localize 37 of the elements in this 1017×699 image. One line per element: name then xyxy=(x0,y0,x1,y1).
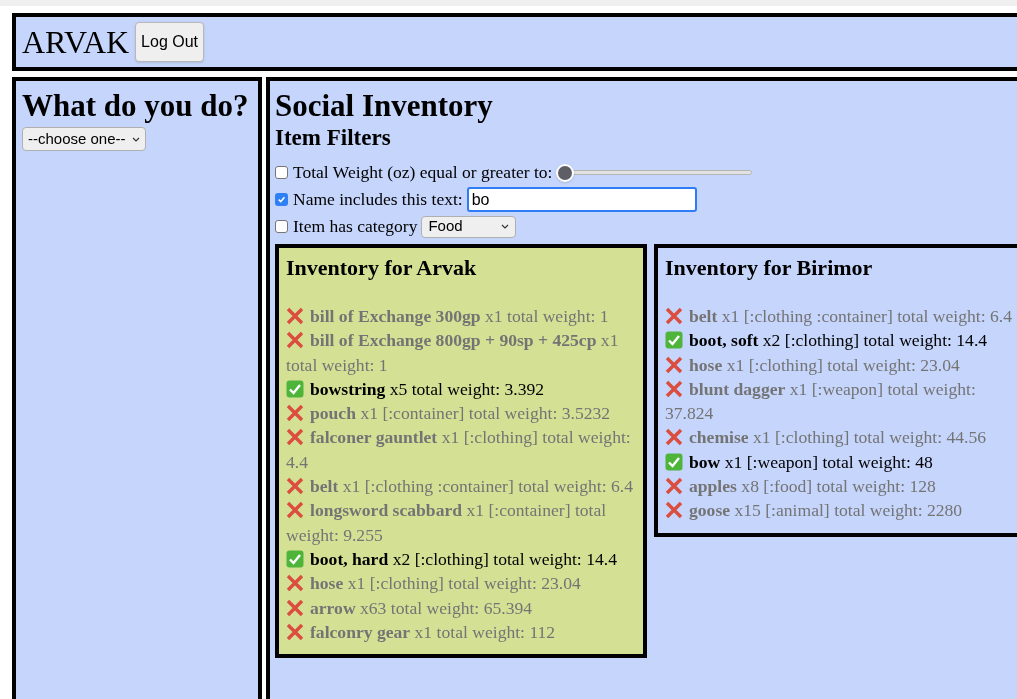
filters-heading: Item Filters xyxy=(275,124,392,152)
item-entry: apples x8 [:food] total weight: 128 xyxy=(689,476,936,497)
inventory-title: Inventory for Birimor xyxy=(665,254,874,282)
name-filter-field[interactable]: bo xyxy=(466,187,697,212)
item-entry: bowstring x5 total weight: 3.392 xyxy=(310,378,545,399)
item-entry: boot, hard x2 [:clothing] total weight: 14.4 xyxy=(310,548,617,569)
action-select[interactable]: --choose one-- xyxy=(22,127,146,151)
checkbox[interactable] xyxy=(275,193,288,206)
category-select[interactable]: Food xyxy=(421,215,517,238)
item-entry: chemise x1 [:clothing] total weight: 44.56 xyxy=(689,427,987,448)
item-entry: belt x1 [:clothing :container] total weight: 6.4 xyxy=(689,306,1012,326)
page-title: Social Inventory xyxy=(275,89,494,123)
item-entry: longsword scabbard x1 [:container] total weight: 9.255 xyxy=(286,500,607,545)
filter-label: Total Weight (oz) equal or greater to: xyxy=(293,161,553,185)
item-entry: bow x1 [:weapon] total weight: 48 xyxy=(689,451,933,472)
checkmark-icon xyxy=(277,195,286,204)
item-entry: arrow x63 total weight: 65.394 xyxy=(310,597,533,618)
chevron-down-icon xyxy=(131,136,140,142)
item-entry: pouch x1 [:container] total weight: 3.5232 xyxy=(310,403,611,424)
checkbox[interactable] xyxy=(275,166,288,179)
filter-label: Name includes this text: xyxy=(293,188,463,212)
item-entry: bill of Exchange 300gp x1 total weight: 1 xyxy=(310,306,609,326)
filter-label: Item has category xyxy=(293,215,418,239)
weight-slider[interactable] xyxy=(556,162,753,183)
checkbox[interactable] xyxy=(275,220,288,233)
item-entry: boot, soft x2 [:clothing] total weight: 14.4 xyxy=(689,330,988,351)
item-entry: belt x1 [:clothing :container] total weight: 6.4 xyxy=(310,476,633,497)
item-entry: goose x15 [:animal] total weight: 2280 xyxy=(689,500,963,521)
item-entry: hose x1 [:clothing] total weight: 23.04 xyxy=(310,573,581,594)
user-name: ARVAK xyxy=(22,23,130,62)
actions-heading: What do you do? xyxy=(22,89,250,123)
item-entry: hose x1 [:clothing] total weight: 23.04 xyxy=(689,354,960,375)
logout-button[interactable]: Log Out xyxy=(135,22,205,62)
chevron-down-icon xyxy=(501,224,510,229)
inventory-title: Inventory for Arvak xyxy=(286,254,478,282)
item-entry: falconry gear x1 total weight: 112 xyxy=(310,621,556,642)
item-entry: bill of Exchange 800gp + 90sp + 425cp x1 total weight: 1 xyxy=(286,330,619,375)
